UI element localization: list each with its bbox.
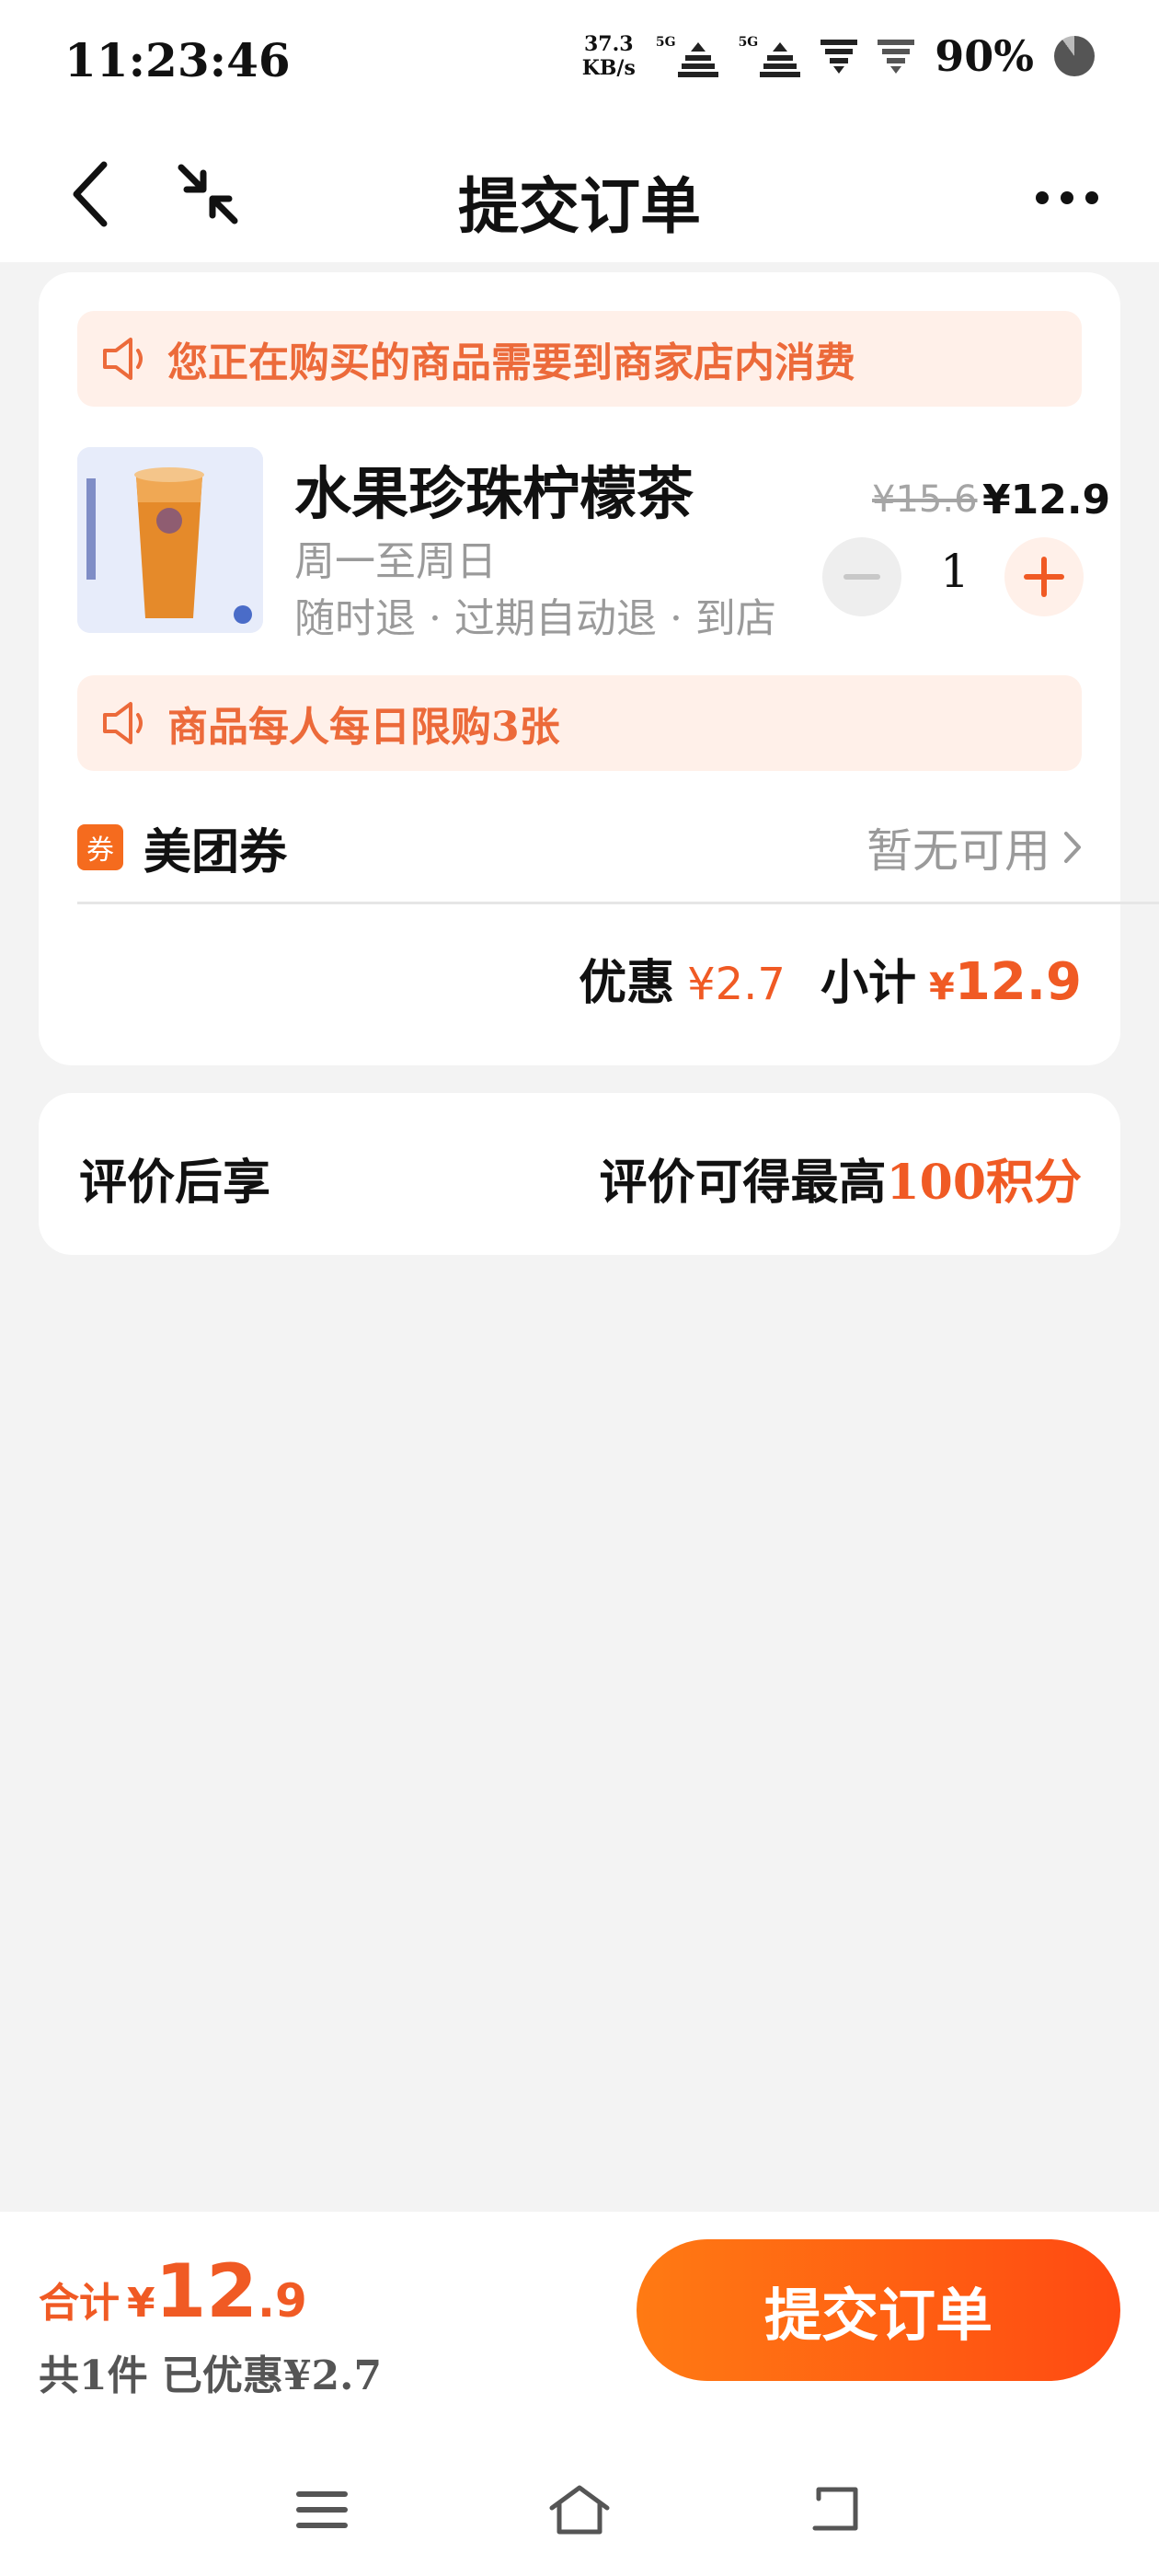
status-time: 11:23:46 [64, 33, 291, 87]
quantity-decrease-button[interactable] [822, 537, 901, 616]
page-title: 提交订单 [458, 170, 701, 242]
points-highlight: 100积分 [886, 1155, 1082, 1211]
checkout-bar: 合计 ¥ 12 .9 共1件 已优惠¥2.7 提交订单 [0, 2212, 1159, 2436]
nav-bar: 提交订单 [0, 124, 1159, 262]
plus-icon [1024, 557, 1064, 597]
original-price: ¥15.6 [872, 478, 978, 521]
subtotal-value: ¥12.9 [928, 952, 1082, 1012]
back-nav-button[interactable] [800, 2473, 874, 2547]
discount-value: ¥2.7 [687, 959, 786, 1010]
limit-text: 商品每人每日限购3张 [167, 704, 560, 751]
total-amount: 合计 ¥ 12 .9 [39, 2248, 307, 2334]
home-icon [549, 2485, 610, 2535]
status-icons: 37.3 KB/s 5G 5G 90% [582, 31, 1095, 81]
speaker-icon [103, 338, 143, 380]
wifi-icon [820, 40, 858, 74]
more-dots-icon [1036, 191, 1098, 204]
current-price: ¥12.9 [982, 477, 1111, 523]
review-reward-label: 评价后享 [79, 1155, 271, 1211]
net-speed-unit: KB/s [581, 56, 636, 80]
sim1-signal-icon: 5G [656, 35, 718, 77]
total-summary: 共1件 已优惠¥2.7 [39, 2352, 383, 2399]
divider [77, 902, 1159, 904]
in-store-notice: 您正在购买的商品需要到商家店内消费 [77, 311, 1082, 407]
subtotal-label: 小计 [820, 955, 916, 1011]
battery-icon [1054, 36, 1095, 76]
minus-icon [843, 574, 880, 580]
back-icon [812, 2487, 858, 2531]
coupon-value: 暂无可用 [866, 814, 1082, 880]
recent-apps-button[interactable] [285, 2473, 359, 2547]
coupon-icon: 券 [77, 824, 123, 870]
battery-level: 90% [935, 31, 1034, 81]
coupon-row[interactable]: 券 美团券 暂无可用 [77, 806, 1082, 889]
menu-icon [296, 2491, 348, 2528]
sim2-signal-icon: 5G [739, 35, 801, 77]
submit-order-button[interactable]: 提交订单 [637, 2239, 1120, 2381]
subtotal-row: 优惠 ¥2.7 小计 ¥12.9 [579, 944, 1082, 1013]
speaker-icon [103, 702, 143, 744]
review-reward-value: 评价可得最高100积分 [599, 1155, 1082, 1211]
product-valid-days: 周一至周日 [294, 538, 497, 585]
product-image[interactable] [77, 447, 263, 633]
coupon-label: 美团券 [143, 823, 288, 880]
purchase-limit-notice: 商品每人每日限购3张 [77, 675, 1082, 771]
home-button[interactable] [543, 2473, 616, 2547]
review-reward-card: 评价后享 评价可得最高100积分 [39, 1093, 1120, 1255]
notice-text: 您正在购买的商品需要到商家店内消费 [167, 339, 855, 386]
system-nav-bar [0, 2436, 1159, 2576]
wifi-2-icon [878, 40, 915, 74]
network-speed: 37.3 KB/s [582, 32, 636, 80]
status-bar: 11:23:46 37.3 KB/s 5G 5G 90% [0, 0, 1159, 124]
more-button[interactable] [1021, 161, 1113, 235]
order-card: 您正在购买的商品需要到商家店内消费 水果珍珠柠檬茶 周一至周日 随时退 · 过期… [39, 272, 1159, 1065]
product-refund-rules: 随时退 · 过期自动退 · 到店 [294, 595, 776, 642]
chevron-right-icon [1064, 832, 1081, 863]
coupon-status: 暂无可用 [866, 824, 1050, 878]
net-speed-value: 37.3 [583, 32, 634, 56]
product-name: 水果珍珠柠檬茶 [294, 460, 694, 527]
total-label: 合计 [39, 2280, 120, 2327]
quantity-increase-button[interactable] [1004, 537, 1084, 616]
discount-label: 优惠 [579, 955, 675, 1011]
quantity-value: 1 [940, 545, 970, 598]
